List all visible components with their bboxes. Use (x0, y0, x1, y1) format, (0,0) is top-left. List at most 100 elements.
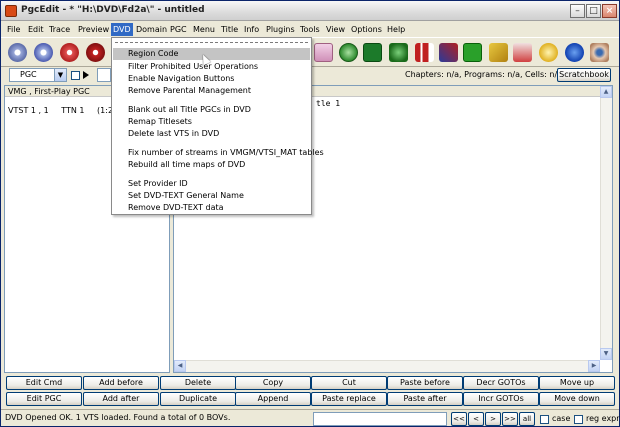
all-matches-button[interactable]: all (519, 412, 535, 426)
menu-view[interactable]: View (324, 23, 347, 36)
trace-icon[interactable] (415, 43, 434, 62)
ifo-icon[interactable] (513, 43, 532, 62)
reload-dvd-icon[interactable] (60, 43, 79, 62)
menu-item-fix-number-of-streams[interactable]: Fix number of streams in VMGM/VTSI_MAT t… (113, 147, 324, 159)
decr-gotos-button[interactable]: Decr GOTOs (463, 376, 539, 390)
tcl-icon[interactable] (539, 43, 558, 62)
menu-file[interactable]: File (5, 23, 22, 36)
add-after-button[interactable]: Add after (83, 392, 159, 406)
menu-item-remove-parental-management[interactable]: Remove Parental Management (113, 85, 310, 97)
tree-row-ttn: TTN 1 (61, 106, 85, 115)
burn-dvd-icon[interactable] (86, 43, 105, 62)
menu-trace[interactable]: Trace (47, 23, 72, 36)
minimize-button[interactable]: – (570, 4, 585, 18)
menu-edit[interactable]: Edit (26, 23, 46, 36)
case-checkbox[interactable] (540, 415, 549, 424)
turtle-icon[interactable] (389, 43, 408, 62)
menu-plugins[interactable]: Plugins (264, 23, 297, 36)
move-down-button[interactable]: Move down (539, 392, 615, 406)
last-match-button[interactable]: >> (502, 412, 518, 426)
status-text: DVD Opened OK. 1 VTS loaded. Found a tot… (5, 413, 231, 422)
first-match-button[interactable]: << (451, 412, 467, 426)
menu-item-enable-navigation-buttons[interactable]: Enable Navigation Buttons (113, 73, 310, 85)
chevron-down-icon[interactable]: ▼ (54, 69, 66, 81)
globe-icon[interactable] (339, 43, 358, 62)
horizontal-scrollbar[interactable]: ◀ ▶ (174, 360, 600, 372)
command-buttons: Edit Cmd Add before Delete Copy Cut Past… (1, 375, 619, 409)
menu-separator (115, 174, 308, 175)
menu-item-remap-titlesets[interactable]: Remap Titlesets (113, 116, 310, 128)
window-title: PgcEdit - * "H:\DVD\Fd2a\" - untitled (21, 5, 205, 15)
scroll-down-icon[interactable]: ▼ (600, 348, 612, 360)
menu-item-region-code[interactable]: Region Code (113, 48, 310, 60)
menu-pgc[interactable]: PGC (168, 23, 189, 36)
menu-item-delete-last-vts[interactable]: Delete last VTS in DVD (113, 128, 310, 140)
preview-checkbox[interactable] (71, 71, 80, 80)
menu-item-blank-out-title-pgcs[interactable]: Blank out all Title PGCs in DVD (113, 104, 310, 116)
edit-cmd-button[interactable]: Edit Cmd (6, 376, 82, 390)
menu-info[interactable]: Info (242, 23, 261, 36)
menu-menu[interactable]: Menu (191, 23, 217, 36)
help-icon[interactable] (565, 43, 584, 62)
close-button[interactable]: × (602, 4, 617, 18)
add-before-button[interactable]: Add before (83, 376, 159, 390)
duplicate-button[interactable]: Duplicate (160, 392, 236, 406)
regexpr-checkbox[interactable] (574, 415, 583, 424)
append-button[interactable]: Append (235, 392, 311, 406)
paste-replace-button[interactable]: Paste replace (311, 392, 387, 406)
app-icon[interactable] (5, 5, 17, 17)
incr-gotos-button[interactable]: Incr GOTOs (463, 392, 539, 406)
scroll-right-icon[interactable]: ▶ (588, 360, 600, 372)
edit-pgc-button[interactable]: Edit PGC (6, 392, 82, 406)
scroll-up-icon[interactable]: ▲ (600, 86, 612, 98)
play-preview-icon[interactable] (363, 43, 382, 62)
move-up-button[interactable]: Move up (539, 376, 615, 390)
menu-domain[interactable]: Domain (134, 23, 169, 36)
domain-combo-value: PGC (20, 70, 37, 79)
copy-button[interactable]: Copy (235, 376, 311, 390)
menu-item-set-dvd-text-general-name[interactable]: Set DVD-TEXT General Name (113, 190, 310, 202)
menu-tools[interactable]: Tools (298, 23, 322, 36)
maximize-button[interactable]: □ (586, 4, 601, 18)
play-icon[interactable] (83, 71, 89, 79)
document-icon[interactable] (314, 43, 333, 62)
find-input[interactable] (313, 412, 447, 426)
next-match-button[interactable]: > (485, 412, 501, 426)
menu-dvd[interactable]: DVD (111, 23, 133, 36)
prev-match-button[interactable]: < (468, 412, 484, 426)
save-dvd-icon[interactable] (34, 43, 53, 62)
cross-icon[interactable] (439, 43, 458, 62)
pgc-stats: Chapters: n/a, Programs: n/a, Cells: n/a (405, 70, 563, 79)
menu-preview[interactable]: Preview (76, 23, 111, 36)
pgc-selector[interactable] (97, 68, 111, 82)
tree-row-vts: VTST 1 , 1 (8, 106, 49, 115)
paste-before-button[interactable]: Paste before (387, 376, 463, 390)
menu-separator (115, 100, 308, 101)
delete-button[interactable]: Delete (160, 376, 236, 390)
domain-combo[interactable]: PGC ▼ (9, 68, 67, 82)
tree-row[interactable]: VTST 1 , 1 TTN 1 (1:2 (8, 106, 113, 115)
scroll-left-icon[interactable]: ◀ (174, 360, 186, 372)
open-dvd-icon[interactable] (8, 43, 27, 62)
dvd-menu-dropdown: Region Code Filter Prohibited User Opera… (111, 37, 324, 215)
app-window: PgcEdit - * "H:\DVD\Fd2a\" - untitled – … (0, 0, 620, 427)
menu-editor-icon[interactable] (463, 43, 482, 62)
regexpr-label: reg expr (586, 414, 620, 423)
scratchbook-button[interactable]: Scratchbook (557, 68, 611, 82)
paste-after-button[interactable]: Paste after (387, 392, 463, 406)
menu-tearoff[interactable] (115, 42, 308, 43)
title-bar[interactable]: PgcEdit - * "H:\DVD\Fd2a\" - untitled – … (1, 1, 619, 21)
menu-options[interactable]: Options (349, 23, 384, 36)
cut-button[interactable]: Cut (311, 376, 387, 390)
chain-icon[interactable] (489, 43, 508, 62)
menu-item-set-provider-id[interactable]: Set Provider ID (113, 178, 310, 190)
eye-icon[interactable] (590, 43, 609, 62)
vertical-scrollbar[interactable]: ▲ ▼ (600, 86, 612, 360)
menu-item-rebuild-time-maps[interactable]: Rebuild all time maps of DVD (113, 159, 310, 171)
menu-help[interactable]: Help (385, 23, 407, 36)
menu-title[interactable]: Title (219, 23, 240, 36)
menu-item-filter-prohibited-uops[interactable]: Filter Prohibited User Operations (113, 61, 310, 73)
menu-item-remove-dvd-text-data[interactable]: Remove DVD-TEXT data (113, 202, 310, 214)
status-bar: DVD Opened OK. 1 VTS loaded. Found a tot… (1, 409, 620, 427)
command-line[interactable]: tle 1 (316, 99, 340, 108)
